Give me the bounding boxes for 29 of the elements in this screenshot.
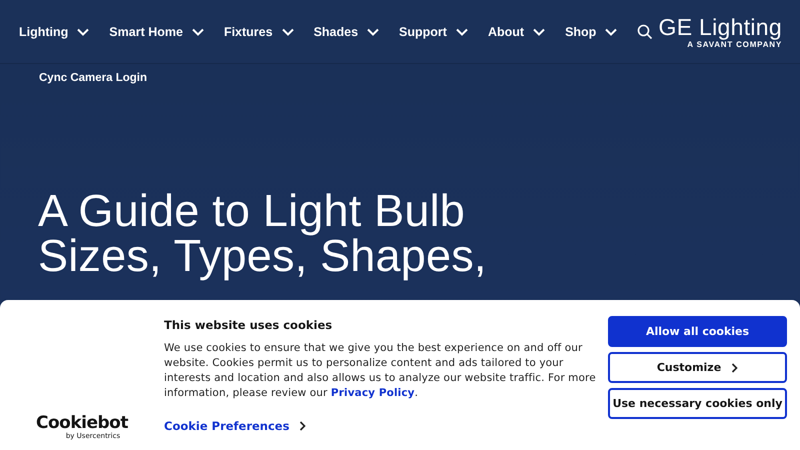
cookie-text: We use cookies to ensure that we give you the best experience on and off our website. Cookies permit us to personalize content and ads tailored to your interests and location and also allows us to analyze our website traffic. For more information, please review our Privacy Policy.: [164, 341, 596, 401]
chevron-right-icon: [731, 362, 738, 372]
chevron-right-icon: [299, 421, 306, 431]
chevron-down-icon: [192, 28, 204, 36]
search-icon[interactable]: [637, 24, 654, 40]
chevron-down-icon: [605, 28, 618, 36]
nav-menu-item[interactable]: Shop: [565, 24, 618, 38]
cookie-preferences-link[interactable]: Cookie Preferences: [164, 419, 306, 433]
allow-all-button[interactable]: Allow all cookies: [608, 316, 787, 347]
logo-tagline: A SAVANT COMPANY: [687, 40, 782, 49]
nav-menu-item[interactable]: About: [488, 24, 546, 38]
cookie-title: This website uses cookies: [164, 318, 334, 332]
nav-menu-item[interactable]: Shades: [314, 24, 380, 38]
chevron-down-icon: [77, 28, 90, 36]
logo-wordmark[interactable]: GE Lighting: [658, 14, 782, 40]
chevron-down-icon: [282, 28, 294, 36]
privacy-policy-link[interactable]: Privacy Policy: [330, 387, 415, 399]
nav-menu-item[interactable]: Lighting: [19, 24, 90, 38]
chevron-down-icon: [367, 28, 380, 36]
nav-menu-item[interactable]: Smart Home: [109, 24, 204, 38]
cookiebot-logo: Cookiebot: [36, 414, 128, 432]
customize-button[interactable]: Customize: [608, 352, 787, 383]
page-heading: A Guide to Light Bulb Sizes, Types, Shapes,: [38, 188, 488, 278]
necessary-cookies-button[interactable]: Use necessary cookies only: [608, 388, 787, 419]
chevron-down-icon: [456, 28, 468, 36]
camera-login-link[interactable]: Cync Camera Login: [39, 72, 147, 84]
nav-menu-item[interactable]: Fixtures: [224, 24, 294, 38]
chevron-down-icon: [533, 28, 546, 36]
nav-menu-item[interactable]: Support: [399, 24, 468, 38]
